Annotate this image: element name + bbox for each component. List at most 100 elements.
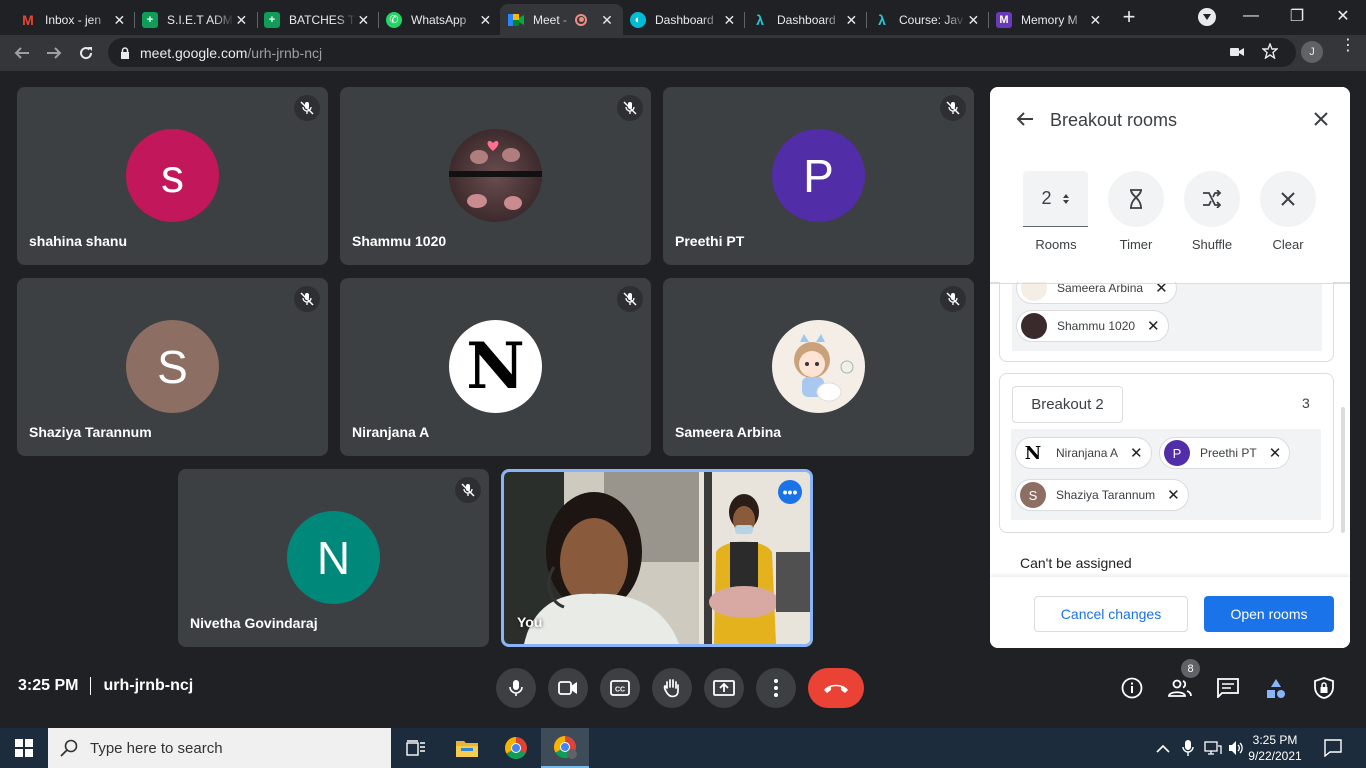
- participant-tile[interactable]: P Preethi PT: [663, 87, 974, 265]
- back-button[interactable]: [8, 39, 36, 67]
- scrollbar[interactable]: [1341, 407, 1345, 533]
- tab-dashboard-1[interactable]: ◐ Dashboard ✕: [622, 4, 745, 35]
- camera-icon[interactable]: [1230, 45, 1244, 63]
- present-screen-button[interactable]: [704, 668, 744, 708]
- leave-call-button[interactable]: [808, 668, 864, 708]
- tab-course-java[interactable]: λ Course: Jav ✕: [866, 4, 989, 35]
- file-explorer-button[interactable]: [443, 728, 491, 768]
- restore-button[interactable]: ❐: [1274, 0, 1320, 32]
- system-clock[interactable]: 3:25 PM 9/22/2021: [1244, 732, 1306, 764]
- captions-button[interactable]: CC: [600, 668, 640, 708]
- url-text: meet.google.com/urh-jrnb-ncj: [140, 45, 322, 61]
- menu-kebab-icon[interactable]: ⋮: [1340, 38, 1356, 54]
- shuffle-button[interactable]: [1184, 171, 1240, 227]
- windows-icon: [15, 739, 33, 757]
- close-window-button[interactable]: ✕: [1320, 0, 1366, 32]
- unassigned-heading: Can't be assigned: [1020, 555, 1132, 571]
- chrome-taskbar-button[interactable]: [492, 728, 540, 768]
- microphone-tray-icon[interactable]: [1182, 739, 1194, 762]
- member-chip[interactable]: N Niranjana A ✕: [1015, 437, 1152, 469]
- meeting-code: urh-jrnb-ncj: [103, 677, 194, 694]
- close-icon[interactable]: [1313, 111, 1329, 132]
- participant-name: Nivetha Govindaraj: [190, 615, 318, 631]
- camera-button[interactable]: [548, 668, 588, 708]
- participant-name: Preethi PT: [675, 233, 745, 249]
- self-name: You: [517, 614, 543, 630]
- close-icon[interactable]: ✕: [844, 12, 859, 28]
- network-icon[interactable]: [1204, 740, 1222, 761]
- remove-icon[interactable]: ✕: [1147, 317, 1160, 335]
- start-button[interactable]: [0, 728, 48, 768]
- notifications-icon[interactable]: [1324, 739, 1342, 762]
- tab-memory[interactable]: M Memory M ✕: [988, 4, 1111, 35]
- participant-tile[interactable]: s shahina shanu: [17, 87, 328, 265]
- clear-button[interactable]: [1260, 171, 1316, 227]
- tab-gmail[interactable]: M Inbox - jen ✕: [12, 4, 135, 35]
- room-members: N Niranjana A ✕ P Preethi PT ✕ S Shaziya…: [1011, 429, 1321, 520]
- more-options-button[interactable]: [756, 668, 796, 708]
- tab-meet[interactable]: Meet - ✕: [500, 4, 623, 35]
- tab-siet-adm[interactable]: + S.I.E.T ADM ✕: [134, 4, 257, 35]
- host-controls-button[interactable]: [1311, 675, 1337, 701]
- room-name-field[interactable]: Breakout 2: [1012, 386, 1123, 423]
- close-icon[interactable]: ✕: [1088, 12, 1103, 28]
- rooms-stepper[interactable]: 2: [1023, 171, 1088, 227]
- member-chip[interactable]: Shammu 1020 ✕: [1016, 310, 1169, 342]
- meeting-info-button[interactable]: [1119, 675, 1145, 701]
- minimize-button[interactable]: —: [1228, 0, 1274, 32]
- forward-button[interactable]: [40, 39, 68, 67]
- close-icon[interactable]: ✕: [112, 12, 127, 28]
- more-options-button[interactable]: •••: [778, 480, 802, 504]
- close-icon[interactable]: ✕: [599, 12, 615, 28]
- self-video-tile[interactable]: ••• You: [501, 469, 813, 647]
- close-icon[interactable]: ✕: [966, 12, 981, 28]
- tab-dashboard-2[interactable]: λ Dashboard ✕: [744, 4, 867, 35]
- activities-icon: [1267, 679, 1285, 698]
- activities-button[interactable]: [1263, 675, 1289, 701]
- participant-tile[interactable]: N Nivetha Govindaraj: [178, 469, 489, 647]
- close-icon[interactable]: ✕: [722, 12, 737, 28]
- close-icon[interactable]: ✕: [356, 12, 371, 28]
- back-arrow-icon[interactable]: [1016, 111, 1034, 132]
- participant-tile[interactable]: S Shaziya Tarannum: [17, 278, 328, 456]
- remove-icon[interactable]: ✕: [1167, 486, 1180, 504]
- open-rooms-button[interactable]: Open rooms: [1204, 596, 1334, 632]
- chat-button[interactable]: [1215, 675, 1241, 701]
- self-video-feed: [504, 472, 810, 644]
- taskbar-search-box[interactable]: Type here to search: [48, 728, 391, 768]
- tab-batches[interactable]: + BATCHES T ✕: [256, 4, 379, 35]
- profile-avatar[interactable]: J: [1301, 41, 1323, 63]
- participant-tile[interactable]: N Niranjana A: [340, 278, 651, 456]
- remove-icon[interactable]: ✕: [1130, 444, 1143, 462]
- people-button[interactable]: [1167, 675, 1193, 701]
- task-view-button[interactable]: [392, 728, 440, 768]
- clear-icon: [1281, 192, 1295, 206]
- cancel-changes-button[interactable]: Cancel changes: [1034, 596, 1188, 632]
- timer-button[interactable]: [1108, 171, 1164, 227]
- captions-icon: CC: [610, 680, 630, 696]
- participant-tile[interactable]: Shammu 1020: [340, 87, 651, 265]
- member-chip[interactable]: S Shaziya Tarannum ✕: [1015, 479, 1189, 511]
- new-tab-button[interactable]: +: [1118, 6, 1140, 28]
- chevron-up-icon[interactable]: [1156, 741, 1170, 759]
- volume-icon[interactable]: [1228, 740, 1244, 761]
- member-chip[interactable]: P Preethi PT ✕: [1159, 437, 1291, 469]
- microphone-button[interactable]: [496, 668, 536, 708]
- close-icon[interactable]: ✕: [478, 12, 493, 28]
- tab-search-button[interactable]: [1198, 8, 1216, 26]
- member-name: Preethi PT: [1200, 446, 1257, 460]
- arrow-right-icon: [47, 47, 62, 59]
- reload-button[interactable]: [72, 39, 100, 67]
- remove-icon[interactable]: ✕: [1269, 444, 1282, 462]
- avatar: P: [772, 129, 865, 222]
- address-bar[interactable]: meet.google.com/urh-jrnb-ncj: [108, 38, 1296, 67]
- avatar: [449, 129, 542, 222]
- close-icon[interactable]: ✕: [234, 12, 249, 28]
- tab-whatsapp[interactable]: ✆ WhatsApp ✕: [378, 4, 501, 35]
- participant-tile[interactable]: Sameera Arbina: [663, 278, 974, 456]
- member-name: Niranjana A: [1056, 446, 1119, 460]
- tab-title: Dashboard: [777, 12, 836, 27]
- chrome-profile-taskbar-button[interactable]: [541, 728, 589, 768]
- bookmark-star-icon[interactable]: [1261, 42, 1279, 64]
- raise-hand-button[interactable]: [652, 668, 692, 708]
